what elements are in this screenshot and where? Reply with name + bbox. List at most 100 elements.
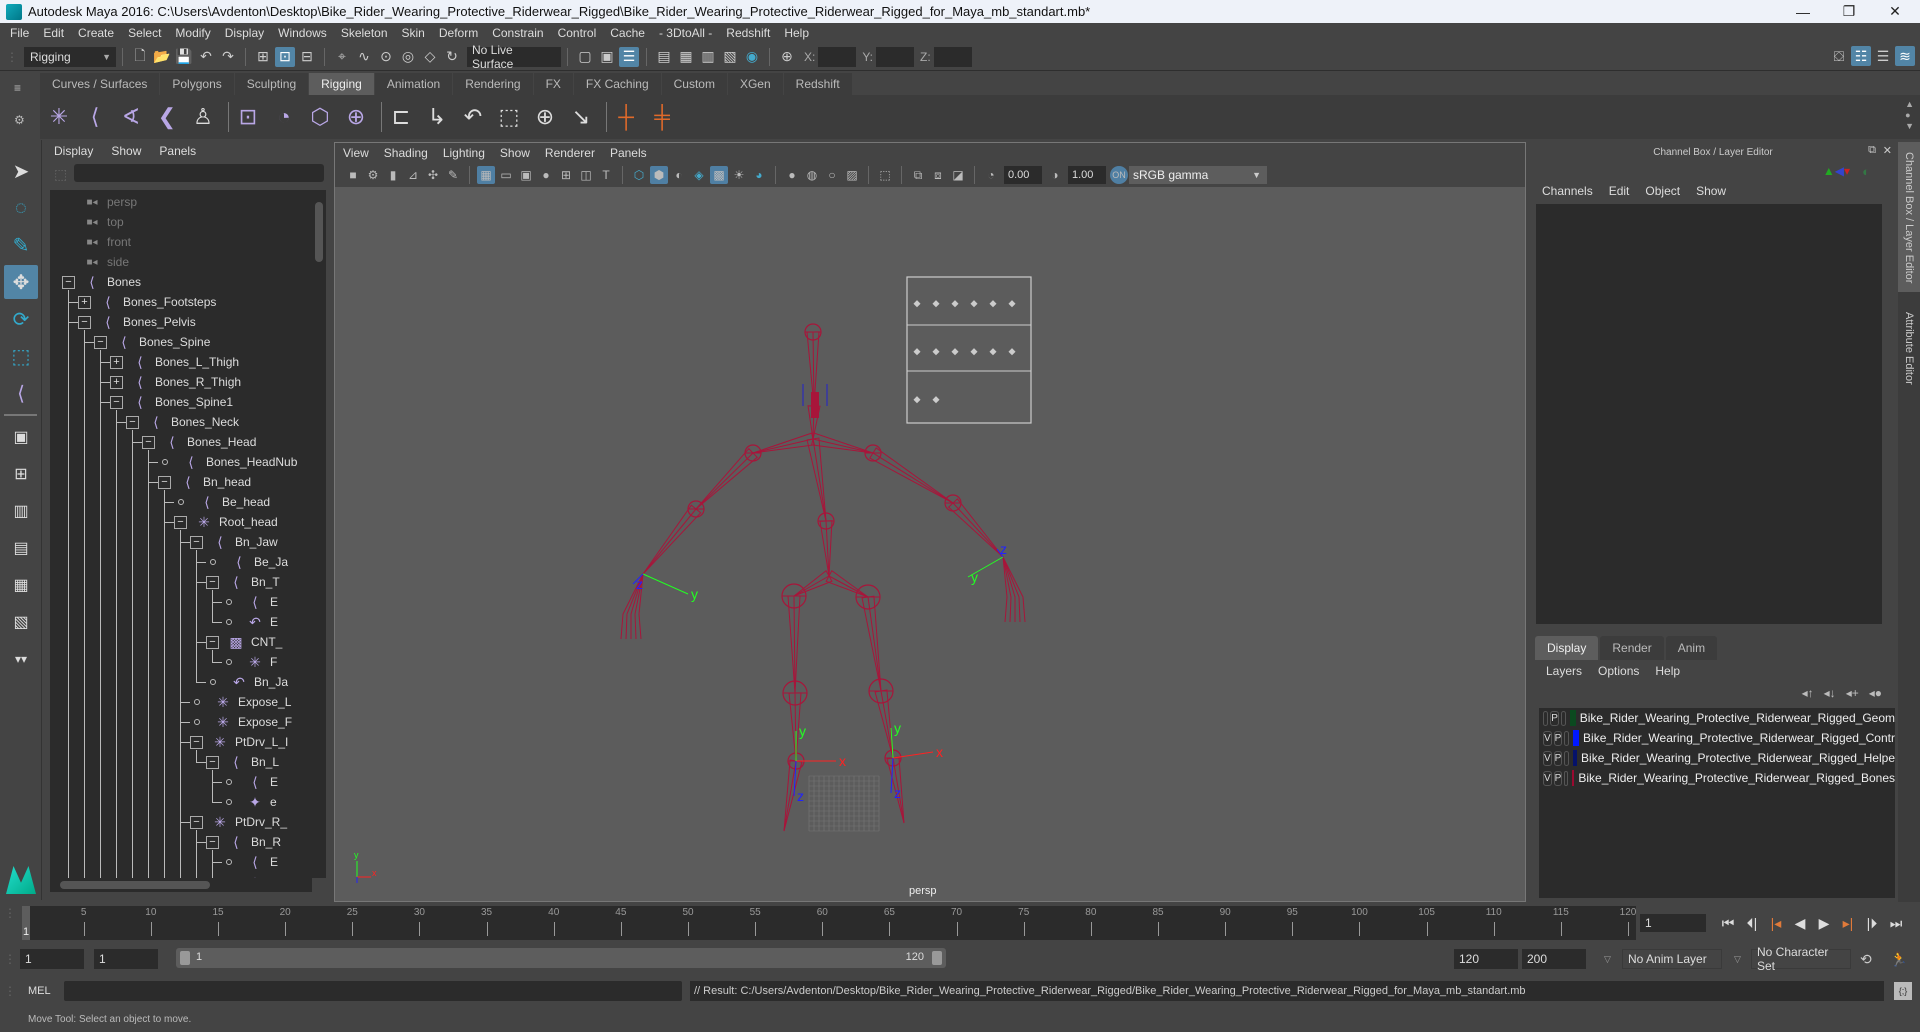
outliner-item[interactable]: − ⟨ Bn_R	[206, 832, 281, 852]
smooth-bind-icon[interactable]: ◔	[269, 102, 299, 132]
four-pane-layout-icon[interactable]: ⊞	[4, 457, 38, 491]
shelf-tab-rendering[interactable]: Rendering	[453, 73, 533, 95]
show-menu[interactable]: Show	[1696, 184, 1726, 198]
new-layer-icon[interactable]: ◂+	[1846, 686, 1859, 700]
minimize-button[interactable]: —	[1780, 0, 1826, 23]
script-language-toggle[interactable]: MEL	[28, 985, 64, 997]
outliner-item[interactable]: ⟨ Bones_HeadNub	[158, 452, 297, 472]
use-all-lights-icon[interactable]: ☀	[730, 166, 748, 184]
maya-home-icon[interactable]	[6, 866, 36, 894]
collapse-toggle[interactable]: −	[94, 335, 107, 349]
safe-title-icon[interactable]: T	[597, 166, 615, 184]
orient-constraint-icon[interactable]: ↶	[458, 102, 488, 132]
gamma-field[interactable]: 1.00	[1068, 166, 1106, 184]
shelf-tab-rigging[interactable]: Rigging	[309, 73, 374, 95]
render-frame-icon[interactable]: ▦	[676, 47, 696, 67]
xray-components-icon[interactable]: ◪	[949, 166, 967, 184]
outliner-item[interactable]: − ✳ PtDrv_L_I	[190, 732, 288, 752]
scale-tool-icon[interactable]: ⬚	[4, 339, 38, 373]
menu-file[interactable]: File	[10, 26, 29, 40]
shelf-scroll[interactable]: ▲ ● ▼	[1905, 99, 1914, 132]
lasso-tool-icon[interactable]: ◌	[4, 191, 38, 225]
attribute-editor-toggle-icon[interactable]: ☷	[1851, 46, 1871, 66]
outliner-item[interactable]: − ⟨ Bones_Neck	[126, 412, 239, 432]
move-layer-down-icon[interactable]: ◂↓	[1824, 686, 1836, 700]
chevron-down-icon[interactable]: ▽	[1734, 954, 1741, 965]
aim-constraint-icon[interactable]: ⊕	[530, 102, 560, 132]
channel-box-toggle-icon[interactable]: ≋	[1895, 46, 1915, 66]
collapse-toggle[interactable]: −	[206, 835, 219, 849]
viewport-menu-shading[interactable]: Shading	[384, 146, 428, 160]
tool-settings-icon[interactable]: ☰	[1873, 46, 1893, 66]
film-gate-icon[interactable]: ▭	[497, 166, 515, 184]
expand-toggle[interactable]: +	[110, 355, 123, 369]
layer-visibility-toggle[interactable]: V	[1543, 730, 1552, 746]
menu-constrain[interactable]: Constrain	[492, 26, 543, 40]
snap-projected-icon[interactable]: ◎	[398, 47, 418, 67]
construction-history-icon[interactable]: ☰	[619, 46, 639, 67]
outliner-item[interactable]: − ⟨ Bn_L	[206, 752, 279, 772]
outliner-item[interactable]: ↶ Bn_Ja	[206, 672, 288, 692]
snap-grid-icon[interactable]: ⌖	[332, 47, 352, 67]
collapse-toggle[interactable]: −	[190, 535, 203, 549]
move-layer-up-icon[interactable]: ◂↑	[1802, 686, 1814, 700]
edit-menu[interactable]: Edit	[1609, 184, 1630, 198]
step-back-frame-icon[interactable]: ⏴|	[1741, 913, 1763, 933]
scene-view[interactable]: y z y z x y z x y z y x	[335, 187, 1525, 901]
outliner-item[interactable]: − ✳ PtDrv_R_	[190, 812, 287, 832]
pole-vector-constraint-icon[interactable]: ↘	[566, 102, 596, 132]
shelf-tab-fx-caching[interactable]: FX Caching	[573, 73, 661, 95]
single-pane-layout-icon[interactable]: ▣	[4, 420, 38, 454]
make-live-icon[interactable]: ↻	[442, 47, 462, 67]
camera-attributes-icon[interactable]: ⚙	[364, 166, 382, 184]
motion-blur-icon[interactable]: ◍	[803, 166, 821, 184]
outliner-item[interactable]: ⟨ E	[222, 852, 278, 872]
play-backwards-icon[interactable]: ◀	[1789, 913, 1811, 933]
collapse-toggle[interactable]: −	[142, 435, 155, 449]
character-set-dropdown[interactable]: No Character Set	[1751, 945, 1851, 973]
color-space-dropdown[interactable]: sRGB gamma ▼	[1129, 166, 1267, 184]
animation-preferences-icon[interactable]: 🏃	[1890, 951, 1907, 968]
layer-row[interactable]: V P Bike_Rider_Wearing_Protective_Riderwea…	[1539, 768, 1895, 788]
outliner-item[interactable]: − ⟨ Bn_Jaw	[190, 532, 278, 552]
viewport-menu-renderer[interactable]: Renderer	[545, 146, 595, 160]
safe-action-icon[interactable]: ◫	[577, 166, 595, 184]
collapse-toggle[interactable]: −	[158, 475, 171, 489]
go-to-end-icon[interactable]: ⏭	[1885, 913, 1907, 933]
menu-cache[interactable]: Cache	[610, 26, 645, 40]
wireframe-icon[interactable]: ⬡	[630, 166, 648, 184]
outliner-horizontal-scrollbar[interactable]	[50, 878, 312, 892]
select-object-icon[interactable]: ⊡	[275, 46, 295, 67]
outliner-search-input[interactable]	[74, 164, 324, 182]
bind-skin-icon[interactable]: ❮	[152, 102, 182, 132]
lattice-icon[interactable]: ⬡	[305, 102, 335, 132]
range-end-handle[interactable]	[932, 951, 942, 965]
ipr-render-icon[interactable]: ▥	[698, 47, 718, 67]
default-material-icon[interactable]: ◐	[670, 166, 688, 184]
point-constraint-icon[interactable]: ↳	[422, 102, 452, 132]
step-back-key-icon[interactable]: |◂	[1765, 913, 1787, 933]
paint-select-tool-icon[interactable]: ✎	[4, 228, 38, 262]
expand-toggle[interactable]: +	[78, 295, 91, 309]
snap-point-icon[interactable]: ⊙	[376, 47, 396, 67]
depth-of-field-icon[interactable]: ▨	[843, 166, 861, 184]
auto-key-icon[interactable]: ⟲	[1860, 951, 1872, 968]
layer-type-toggle[interactable]	[1564, 730, 1570, 746]
textured-icon[interactable]: ▩	[710, 166, 728, 184]
go-to-start-icon[interactable]: ⏮	[1717, 913, 1739, 933]
outliner-menu-panels[interactable]: Panels	[159, 144, 196, 158]
move-tool-icon[interactable]: ✥	[4, 265, 38, 299]
save-scene-icon[interactable]: 💾	[174, 47, 194, 67]
layer-tab-display[interactable]: Display	[1535, 636, 1599, 660]
persp-graph-outliner-layout-icon[interactable]: ▧	[4, 605, 38, 639]
live-surface-field[interactable]: No Live Surface	[467, 43, 561, 71]
wireframe-on-shaded-icon[interactable]: ◈	[690, 166, 708, 184]
resolution-gate-icon[interactable]: ▣	[517, 166, 535, 184]
new-scene-icon[interactable]: 🗋	[130, 47, 150, 67]
layer-type-toggle[interactable]	[1564, 750, 1569, 766]
layer-row[interactable]: P Bike_Rider_Wearing_Protective_Riderwear…	[1539, 708, 1895, 728]
manipulator-axis-icon[interactable]: ▲◀▾	[1823, 164, 1850, 178]
grease-pencil-icon[interactable]: ✎	[444, 166, 462, 184]
viewport-menu-panels[interactable]: Panels	[610, 146, 647, 160]
outliner-item[interactable]: ⟨ E	[222, 772, 278, 792]
